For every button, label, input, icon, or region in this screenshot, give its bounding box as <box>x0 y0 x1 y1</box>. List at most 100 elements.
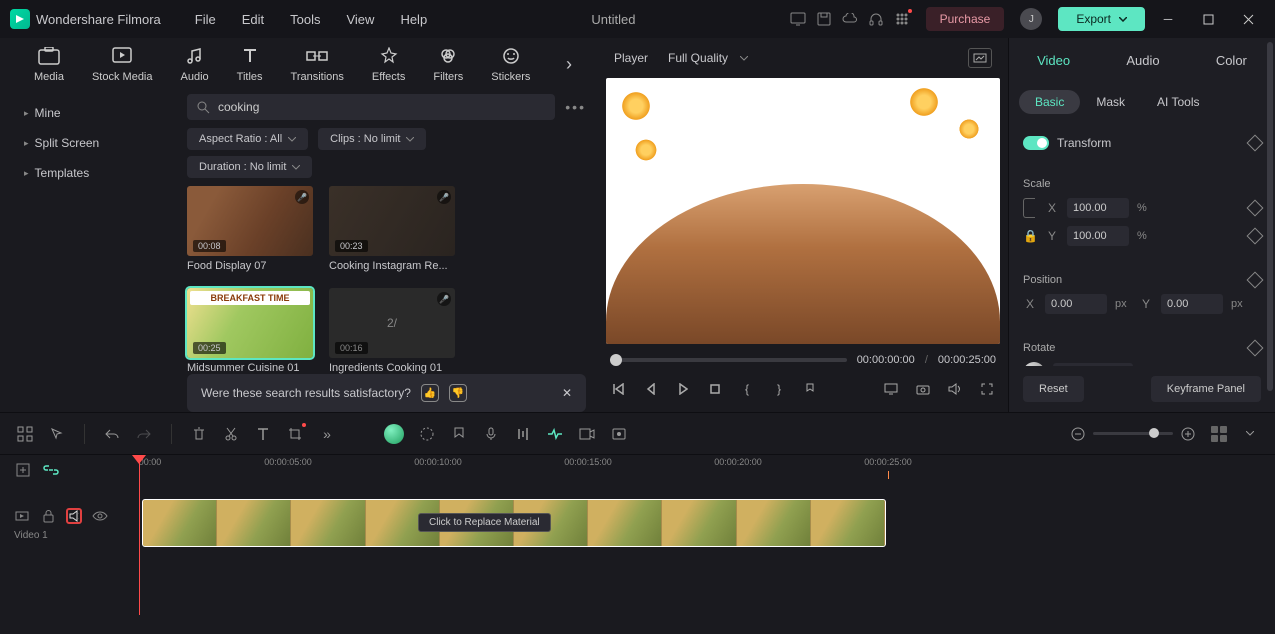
headphones-icon[interactable] <box>868 11 884 27</box>
tl-text-icon[interactable] <box>254 425 272 443</box>
position-x-input[interactable] <box>1045 294 1107 314</box>
inspector-subtab-ai-tools[interactable]: AI Tools <box>1141 90 1215 114</box>
export-button[interactable]: Export <box>1058 7 1145 31</box>
window-close[interactable] <box>1231 4 1265 34</box>
player-viewport[interactable] <box>606 78 1000 344</box>
user-avatar[interactable]: J <box>1020 8 1042 30</box>
scale-x-keyframe-icon[interactable] <box>1247 200 1264 217</box>
tl-crop-icon[interactable] <box>286 425 304 443</box>
tree-templates[interactable]: Templates <box>0 158 175 188</box>
zoom-slider[interactable] <box>1093 432 1173 435</box>
player-back-icon[interactable] <box>642 380 660 398</box>
tl-cut-icon[interactable] <box>222 425 240 443</box>
ribbon-media[interactable]: Media <box>20 45 78 83</box>
player-volume-icon[interactable] <box>946 380 964 398</box>
playhead[interactable] <box>139 455 140 615</box>
player-fullscreen-icon[interactable] <box>978 380 996 398</box>
track-lock-icon[interactable] <box>40 508 56 524</box>
thumbs-down-icon[interactable]: 👎 <box>449 384 467 402</box>
ribbon-effects[interactable]: Effects <box>358 45 419 83</box>
ribbon-stock-media[interactable]: Stock Media <box>78 45 167 83</box>
filter-duration[interactable]: Duration : No limit <box>187 156 312 178</box>
window-maximize[interactable] <box>1191 4 1225 34</box>
menu-help[interactable]: Help <box>390 8 437 31</box>
track-visibility-icon[interactable] <box>92 508 108 524</box>
ribbon-filters[interactable]: Filters <box>419 45 477 83</box>
search-input[interactable] <box>187 94 555 120</box>
tl-render-icon[interactable] <box>578 425 596 443</box>
player-seek-bar[interactable] <box>610 358 847 362</box>
window-minimize[interactable]: ─ <box>1151 4 1185 34</box>
position-y-input[interactable] <box>1161 294 1223 314</box>
player-prev-icon[interactable] <box>610 380 628 398</box>
tl-more-icon[interactable]: » <box>318 425 336 443</box>
menu-tools[interactable]: Tools <box>280 8 330 31</box>
apps-icon[interactable] <box>894 11 910 27</box>
feedback-close[interactable]: ✕ <box>562 386 572 400</box>
rotate-keyframe-icon[interactable] <box>1247 340 1264 357</box>
menu-file[interactable]: File <box>185 8 226 31</box>
clip-replace-hint[interactable]: Click to Replace Material <box>418 513 551 532</box>
tl-delete-icon[interactable] <box>190 425 208 443</box>
position-keyframe-icon[interactable] <box>1247 272 1264 289</box>
tl-auto-icon[interactable] <box>546 425 564 443</box>
marker-menu-icon[interactable] <box>802 380 820 398</box>
inspector-tab-video[interactable]: Video <box>1037 49 1070 72</box>
tl-voiceover-icon[interactable] <box>482 425 500 443</box>
media-thumb[interactable]: 2/00:16🎤 Ingredients Cooking 01 <box>329 288 455 374</box>
filter-clips[interactable]: Clips : No limit <box>318 128 426 150</box>
ribbon-audio[interactable]: Audio <box>167 45 223 83</box>
player-stop-icon[interactable] <box>706 380 724 398</box>
filter-aspect-ratio[interactable]: Aspect Ratio : All <box>187 128 308 150</box>
display-icon[interactable] <box>790 11 806 27</box>
media-thumb[interactable]: BREAKFAST TIME00:25 Midsummer Cuisine 01 <box>187 288 313 374</box>
track-toggle-icon[interactable] <box>14 508 30 524</box>
ribbon-transitions[interactable]: Transitions <box>277 45 358 83</box>
reset-button[interactable]: Reset <box>1023 376 1084 402</box>
tl-add-track-icon[interactable] <box>14 461 32 479</box>
scale-x-input[interactable] <box>1067 198 1129 218</box>
player-play-icon[interactable] <box>674 380 692 398</box>
keyframe-panel-button[interactable]: Keyframe Panel <box>1151 376 1261 402</box>
tl-settings-icon[interactable] <box>1241 425 1259 443</box>
tl-layout-icon[interactable] <box>16 425 34 443</box>
inspector-tab-audio[interactable]: Audio <box>1126 49 1159 72</box>
scale-y-keyframe-icon[interactable] <box>1247 228 1264 245</box>
ribbon-more[interactable]: › <box>560 54 578 75</box>
player-display-icon[interactable] <box>882 380 900 398</box>
zoom-out-icon[interactable] <box>1069 425 1087 443</box>
tl-link-icon[interactable] <box>42 461 60 479</box>
menu-edit[interactable]: Edit <box>232 8 274 31</box>
track-mute-icon[interactable] <box>66 508 82 524</box>
inspector-subtab-basic[interactable]: Basic <box>1019 90 1080 114</box>
link-xy-icon[interactable] <box>1023 198 1035 218</box>
timeline-ruler[interactable]: 00:00 00:00:05:00 00:00:10:00 00:00:15:0… <box>138 455 1275 485</box>
cloud-icon[interactable] <box>842 11 858 27</box>
tl-ai-orb-icon[interactable] <box>384 424 404 444</box>
ribbon-titles[interactable]: Titles <box>223 45 277 83</box>
tl-redo-icon[interactable] <box>135 425 153 443</box>
inspector-tab-color[interactable]: Color <box>1216 49 1247 72</box>
tl-undo-icon[interactable] <box>103 425 121 443</box>
thumbs-up-icon[interactable]: 👍 <box>421 384 439 402</box>
scale-y-input[interactable] <box>1067 226 1129 246</box>
tl-marker-icon[interactable] <box>450 425 468 443</box>
zoom-in-icon[interactable] <box>1179 425 1197 443</box>
inspector-subtab-mask[interactable]: Mask <box>1080 90 1141 114</box>
lock-icon[interactable]: 🔒 <box>1023 229 1037 243</box>
tl-record-icon[interactable] <box>610 425 628 443</box>
player-quality-select[interactable]: Full Quality <box>668 51 748 65</box>
tl-speed-icon[interactable] <box>418 425 436 443</box>
ribbon-stickers[interactable]: Stickers <box>477 45 544 83</box>
media-thumb[interactable]: 00:23🎤 Cooking Instagram Re... <box>329 186 455 272</box>
tl-audio-mix-icon[interactable] <box>514 425 532 443</box>
tree-split-screen[interactable]: Split Screen <box>0 128 175 158</box>
mark-in-icon[interactable]: { <box>738 380 756 398</box>
transform-keyframe-icon[interactable] <box>1247 135 1264 152</box>
save-icon[interactable] <box>816 11 832 27</box>
transform-toggle[interactable] <box>1023 136 1049 150</box>
player-camera-icon[interactable] <box>914 380 932 398</box>
mark-out-icon[interactable]: } <box>770 380 788 398</box>
tl-view-options-icon[interactable] <box>1211 426 1227 442</box>
tree-mine[interactable]: Mine <box>0 98 175 128</box>
